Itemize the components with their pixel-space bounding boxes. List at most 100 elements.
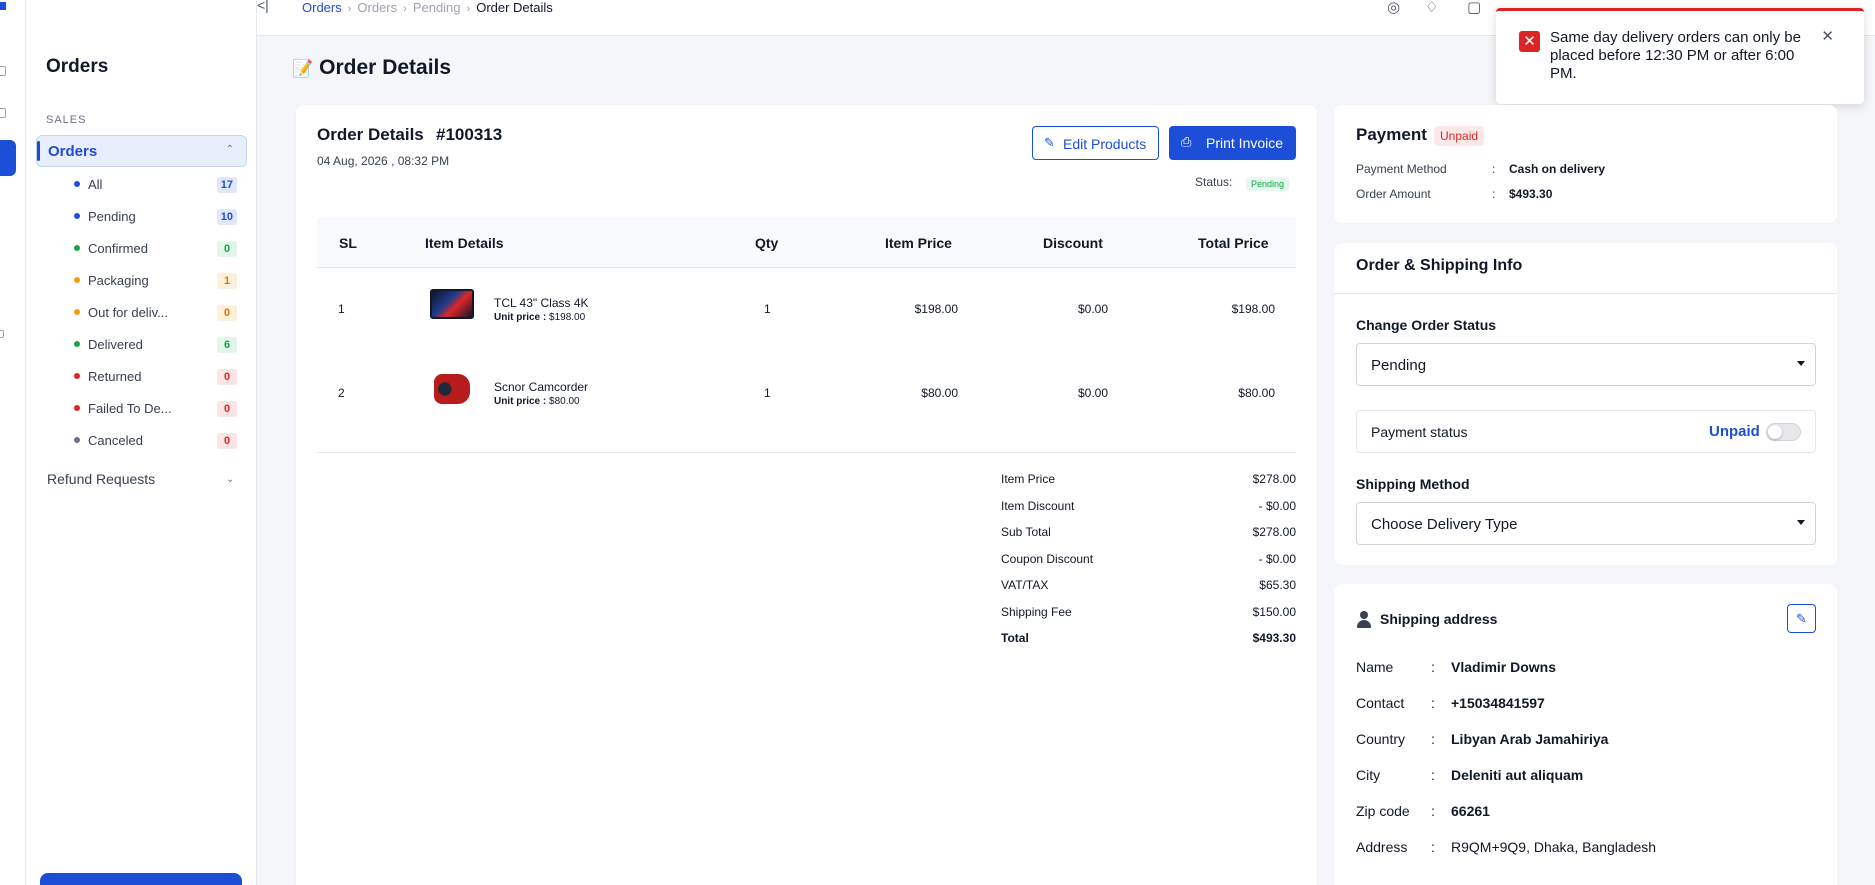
unit-price-value: $80.00	[549, 396, 580, 407]
edit-address-button[interactable]: ✎	[1787, 604, 1816, 633]
order-status-select[interactable]: Pending	[1356, 343, 1816, 386]
summary-row: Item Price $278.00	[1001, 472, 1296, 490]
table-row: 1 TCL 43" Class 4K Unit price : $198.00 1 $1…	[317, 268, 1296, 352]
shipping-method-select[interactable]: Choose Delivery Type	[1356, 502, 1816, 545]
payment-status-toggle[interactable]	[1766, 423, 1801, 441]
sidebar-subitem-label: Failed To De...	[88, 401, 172, 416]
shipping-method-placeholder: Choose Delivery Type	[1371, 516, 1518, 533]
message-icon[interactable]: ▢	[1467, 0, 1481, 16]
sidebar-item-refund-requests[interactable]: Refund Requests	[47, 471, 155, 487]
chevron-down-icon: ⌄	[226, 474, 235, 485]
divider	[1334, 293, 1837, 294]
payment-method-row: Payment Method : Cash on delivery	[1356, 162, 1606, 176]
count-badge: 0	[217, 433, 237, 449]
summary-row: Total $493.30	[1001, 631, 1296, 649]
order-date: 04 Aug, 2026 , 08:32 PM	[317, 154, 450, 168]
address-row: Address: R9QM+9Q9, Dhaka, Bangladesh	[1356, 839, 1656, 855]
separator: :	[1431, 803, 1435, 819]
users-icon[interactable]	[0, 330, 4, 338]
print-invoice-button[interactable]: ⎙ Print Invoice	[1169, 126, 1296, 160]
error-toast: ✕ Same day delivery orders can only be p…	[1496, 8, 1864, 104]
item-unit-price: Unit price : $80.00	[494, 396, 580, 407]
row-qty: 1	[764, 302, 771, 316]
summary-label: Total	[1001, 631, 1029, 645]
icon-rail	[0, 0, 26, 885]
row-total: $198.00	[1231, 302, 1275, 316]
globe-icon[interactable]: ◎	[1387, 0, 1400, 16]
sidebar: Orders SALES Orders ⌃ All 17 Pending 10 Conf…	[26, 0, 257, 885]
order-number: #100313	[436, 125, 503, 144]
collapse-sidebar-icon[interactable]: <|	[257, 0, 269, 13]
summary-value: - $0.00	[1258, 551, 1296, 566]
status-dot-icon	[74, 245, 80, 251]
edit-products-button[interactable]: ✎ Edit Products	[1032, 126, 1159, 160]
sidebar-subitem[interactable]: Delivered 6	[74, 334, 260, 356]
order-details-title: Order Details	[317, 125, 424, 144]
sidebar-subitem[interactable]: Pending 10	[74, 206, 260, 228]
address-row: Contact: +15034841597	[1356, 695, 1545, 711]
address-value: Deleniti aut aliquam	[1451, 767, 1584, 783]
chevron-right-icon: ›	[347, 3, 352, 15]
sidebar-subitem-label: Out for deliv...	[88, 305, 168, 320]
count-badge: 1	[217, 273, 237, 289]
status-dot-icon	[74, 437, 80, 443]
summary-label: Coupon Discount	[1001, 551, 1094, 566]
table-row: 2 Scnor Camcorder Unit price : $80.00 1 $80.…	[317, 352, 1296, 436]
separator: :	[1431, 695, 1435, 711]
sidebar-subitem[interactable]: Returned 0	[74, 366, 260, 388]
sidebar-subitem[interactable]: Confirmed 0	[74, 238, 260, 260]
close-icon[interactable]: ✕	[1821, 27, 1834, 45]
order-amount-label: Order Amount	[1356, 187, 1431, 201]
sidebar-subitem[interactable]: Failed To De... 0	[74, 398, 260, 420]
shipping-address-title: Shipping address	[1380, 611, 1498, 627]
summary-row: Item Discount - $0.00	[1001, 499, 1296, 517]
bell-icon[interactable]: ♢	[1425, 0, 1438, 16]
breadcrumb-item[interactable]: Pending	[413, 0, 461, 15]
address-value: R9QM+9Q9, Dhaka, Bangladesh	[1451, 839, 1657, 855]
payment-card: Payment Unpaid Payment Method : Cash on …	[1334, 105, 1837, 223]
column-header: SL	[339, 235, 357, 251]
summary-value: - $0.00	[1258, 498, 1296, 513]
caret-down-icon	[1797, 520, 1805, 525]
address-row: Zip code:66261	[1356, 803, 1490, 819]
status-dot-icon	[74, 309, 80, 315]
summary-row: VAT/TAX $65.30	[1001, 578, 1296, 596]
column-header: Item Details	[425, 235, 504, 251]
divider	[317, 452, 1296, 453]
status-dot-icon	[74, 373, 80, 379]
separator: :	[1431, 731, 1435, 747]
sidebar-title: Orders	[46, 56, 109, 77]
address-label: Zip code	[1356, 803, 1410, 819]
breadcrumb-item[interactable]: Orders	[302, 0, 342, 15]
unit-price-label: Unit price :	[494, 312, 547, 323]
address-label: Contact	[1356, 695, 1405, 711]
sidebar-subitem-label: Confirmed	[88, 241, 148, 256]
order-shipping-title: Order & Shipping Info	[1356, 257, 1523, 274]
chevron-right-icon: ›	[403, 3, 407, 15]
address-row: Name: Vladimir Downs	[1356, 659, 1556, 675]
payment-method-value: Cash on delivery	[1509, 162, 1606, 176]
status-dot-icon	[74, 277, 80, 283]
sidebar-item-orders[interactable]: Orders ⌃	[36, 135, 247, 167]
sidebar-subitem[interactable]: Out for deliv... 0	[74, 302, 260, 324]
sidebar-subitem-label: Pending	[88, 209, 136, 224]
address-row: City: Deleniti aut aliquam	[1356, 767, 1583, 783]
dashboard-icon[interactable]	[0, 108, 6, 118]
unit-price-label: Unit price :	[494, 396, 547, 407]
edit-products-label: Edit Products	[1063, 136, 1147, 152]
sidebar-subitem[interactable]: Packaging 1	[74, 270, 260, 292]
item-name: Scnor Camcorder	[494, 380, 589, 394]
row-discount: $0.00	[1077, 302, 1108, 316]
sidebar-bottom-button[interactable]	[40, 873, 242, 885]
breadcrumb-current: Order Details	[476, 0, 553, 15]
breadcrumb-item[interactable]: Orders	[357, 0, 397, 15]
sidebar-subitem[interactable]: All 17	[74, 174, 260, 196]
orders-rail-icon[interactable]	[0, 140, 16, 176]
column-header: Qty	[755, 235, 779, 251]
payment-status-row: Payment status Unpaid	[1356, 410, 1816, 453]
status-badge: Pending	[1246, 177, 1290, 191]
sidebar-subitem[interactable]: Canceled 0	[74, 430, 260, 452]
address-value: Vladimir Downs	[1451, 659, 1557, 675]
home-icon[interactable]	[0, 66, 6, 76]
summary-value: $150.00	[1252, 604, 1296, 619]
